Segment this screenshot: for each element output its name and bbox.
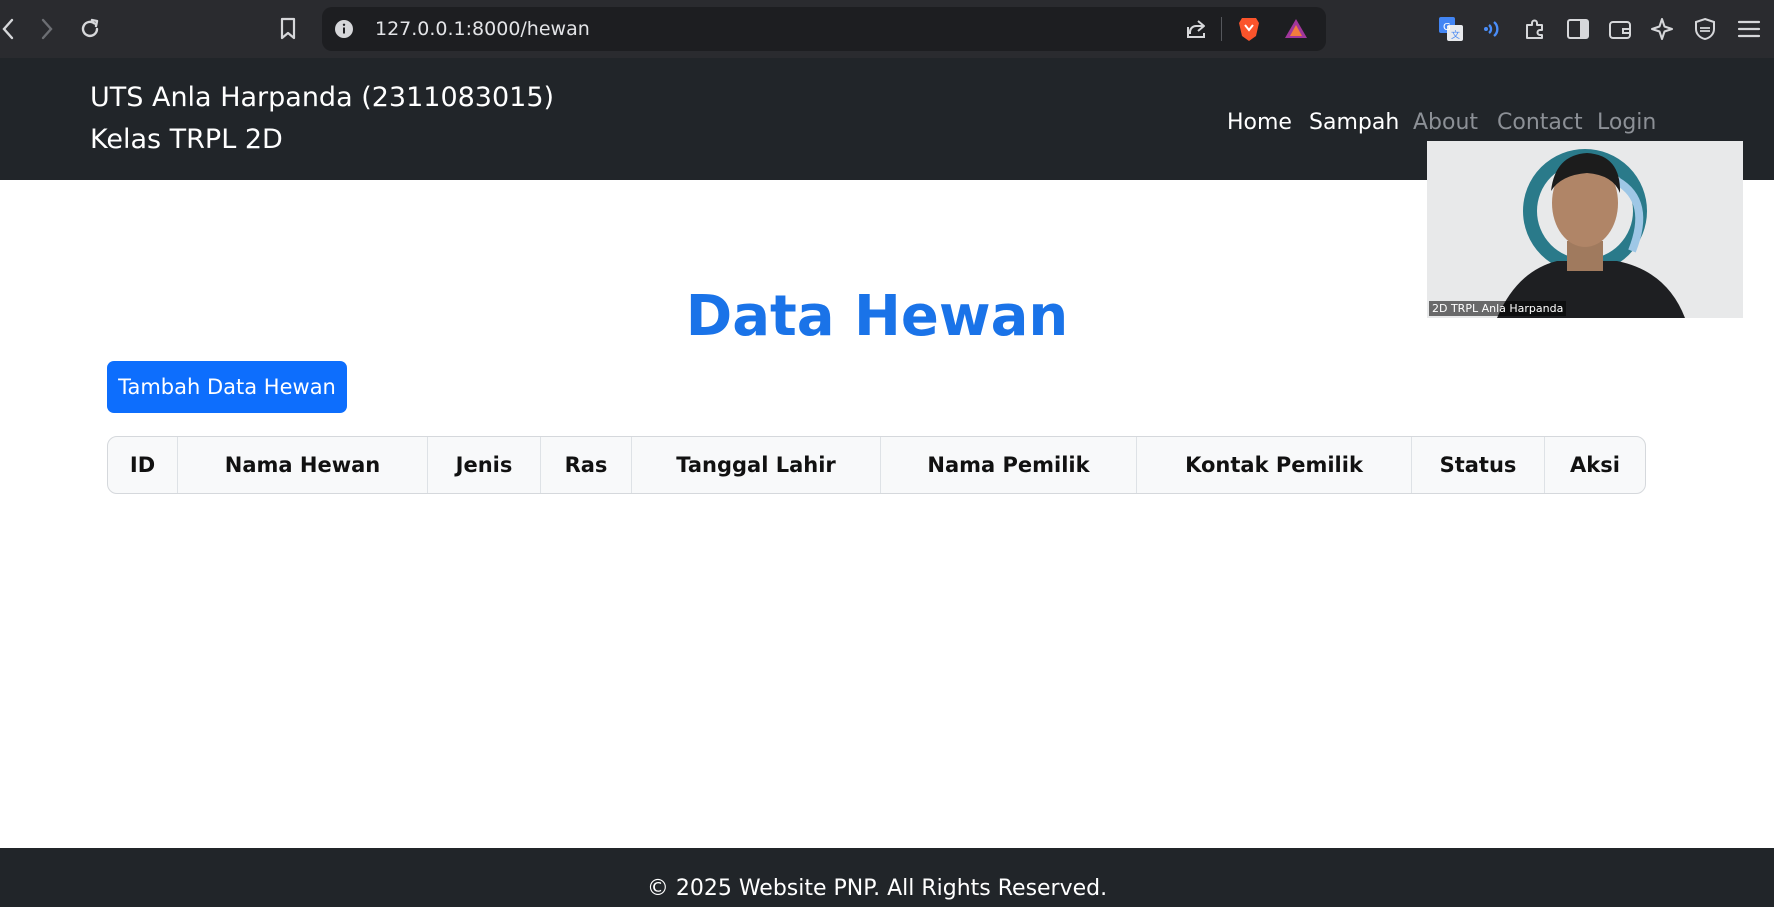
address-bar[interactable]: 127.0.0.1:8000/hewan — [322, 7, 1326, 51]
bookmark-icon[interactable] — [276, 14, 300, 44]
menu-icon[interactable] — [1736, 16, 1762, 42]
forward-icon[interactable] — [36, 14, 58, 44]
table-header-kontak-pemilik: Kontak Pemilik — [1137, 437, 1412, 493]
extensions-icon[interactable] — [1522, 16, 1548, 42]
vpn-icon[interactable] — [1692, 16, 1718, 42]
add-hewan-button[interactable]: Tambah Data Hewan — [107, 361, 347, 413]
navbar-brand-title[interactable]: UTS Anla Harpanda (2311083015) — [90, 82, 554, 113]
nav-link-sampah[interactable]: Sampah — [1309, 110, 1399, 135]
svg-text:文: 文 — [1451, 29, 1460, 41]
svg-text:G: G — [1443, 22, 1451, 33]
table-header-nama-pemilik: Nama Pemilik — [881, 437, 1137, 493]
table-header-nama-hewan: Nama Hewan — [178, 437, 428, 493]
leo-ai-icon[interactable] — [1649, 16, 1675, 42]
url-text[interactable]: 127.0.0.1:8000/hewan — [375, 7, 590, 51]
table-header-id: ID — [108, 437, 178, 493]
nav-link-about[interactable]: About — [1413, 110, 1478, 135]
sidebar-icon[interactable] — [1565, 16, 1591, 42]
reload-icon[interactable] — [76, 14, 104, 44]
back-icon[interactable] — [0, 14, 16, 44]
nav-link-contact[interactable]: Contact — [1497, 110, 1583, 135]
table-header-status: Status — [1412, 437, 1545, 493]
speech-icon[interactable] — [1482, 16, 1508, 42]
page-title: Data Hewan — [685, 284, 1069, 349]
translate-icon[interactable]: G文 — [1438, 16, 1464, 42]
footer-copyright: © 2025 Website PNP. All Rights Reserved. — [646, 876, 1108, 901]
browser-toolbar: 127.0.0.1:8000/hewan G文 — [0, 0, 1774, 58]
brave-rewards-icon[interactable] — [1282, 16, 1310, 42]
hewan-table: ID Nama Hewan Jenis Ras Tanggal Lahir Na… — [107, 436, 1646, 494]
site-info-icon[interactable] — [334, 19, 354, 39]
nav-link-home[interactable]: Home — [1227, 110, 1292, 135]
table-header-tanggal-lahir: Tanggal Lahir — [632, 437, 881, 493]
table-header-aksi: Aksi — [1570, 453, 1620, 477]
brave-shield-icon[interactable] — [1236, 15, 1262, 43]
table-header-jenis: Jenis — [428, 437, 541, 493]
footer: © 2025 Website PNP. All Rights Reserved. — [0, 848, 1774, 907]
nav-link-login[interactable]: Login — [1597, 110, 1656, 135]
navbar-brand-class[interactable]: Kelas TRPL 2D — [90, 124, 283, 155]
share-icon[interactable] — [1184, 17, 1208, 41]
wallet-icon[interactable] — [1607, 16, 1633, 42]
table-header-ras: Ras — [541, 437, 632, 493]
